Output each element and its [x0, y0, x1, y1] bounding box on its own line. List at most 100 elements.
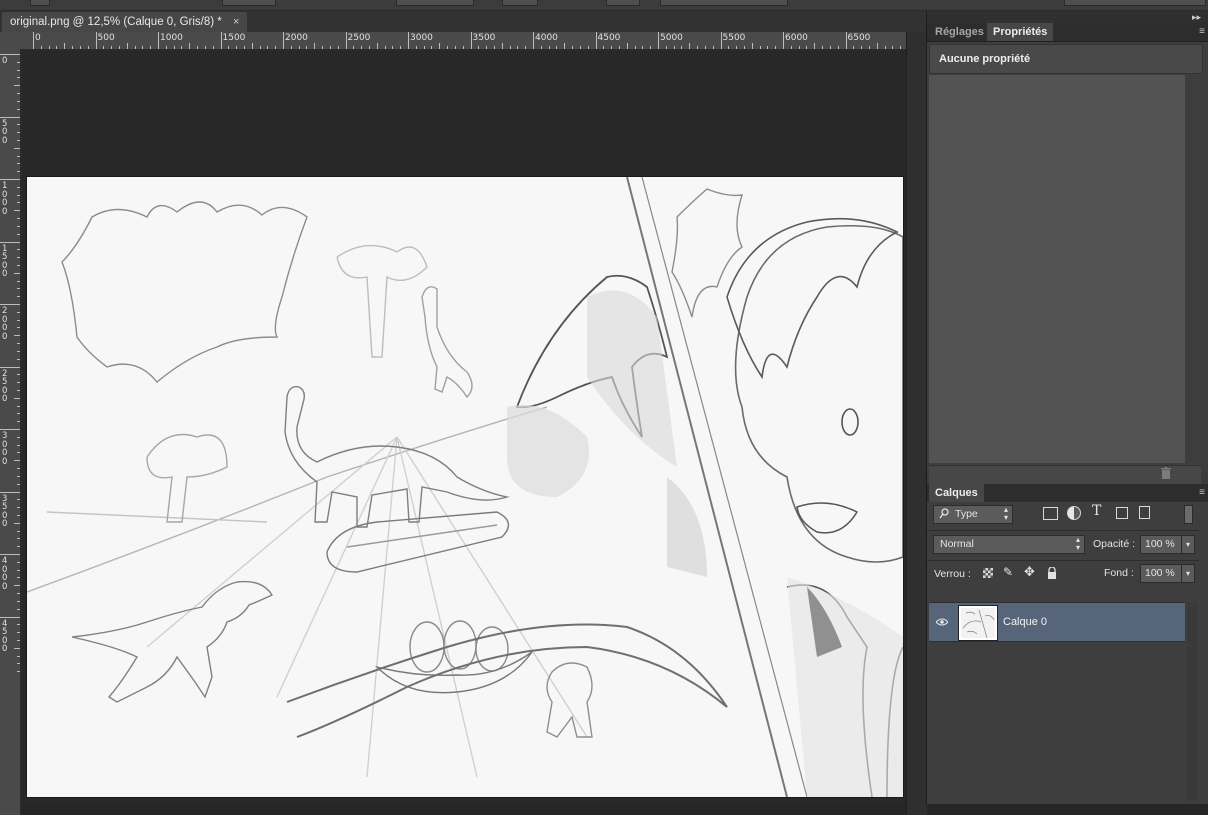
close-icon[interactable]: ×	[233, 16, 239, 28]
character-eye	[841, 408, 859, 436]
ruler-minor-tick	[478, 46, 480, 49]
ruler-minor-tick	[14, 272, 20, 274]
ruler-minor-tick	[493, 46, 495, 49]
ruler-origin[interactable]	[0, 32, 20, 50]
ruler-minor-tick	[17, 257, 20, 259]
collapse-panels-button[interactable]: ▸▸	[927, 11, 1208, 23]
tab-calques[interactable]: Calques	[929, 484, 984, 502]
ruler-major-tick	[0, 241, 20, 243]
nest	[374, 651, 533, 694]
document-tab[interactable]: original.png @ 12,5% (Calque 0, Gris/8) …	[2, 12, 248, 32]
ruler-minor-tick	[251, 43, 253, 49]
options-bar	[0, 0, 1208, 11]
ruler-major-tick	[0, 304, 20, 305]
dinosaur-trex	[71, 580, 274, 703]
document-tab-bar: original.png @ 12,5% (Calque 0, Gris/8) …	[0, 11, 926, 32]
ruler-major-tick	[0, 179, 20, 180]
blend-mode-select[interactable]: Normal ▴ ▾	[933, 535, 1085, 554]
tool-preset-button[interactable]	[30, 0, 50, 6]
ruler-label: 3500	[2, 493, 8, 530]
ruler-label: 5000	[660, 33, 683, 43]
lock-pixels-icon[interactable]: ✎	[1003, 565, 1013, 579]
vertical-ruler[interactable]: 1000500050010001500200025003000350040004…	[0, 49, 21, 815]
properties-scrollbar[interactable]	[1187, 75, 1197, 463]
ruler-major-tick	[220, 32, 222, 49]
ruler-minor-tick	[376, 43, 378, 49]
artwork-canvas[interactable]	[27, 177, 903, 797]
ruler-major-tick	[0, 366, 20, 368]
layer-filter-select[interactable]: Type ▴ ▾	[933, 505, 1013, 524]
eye-icon[interactable]	[935, 615, 949, 629]
ruler-minor-tick	[17, 632, 20, 634]
ruler-label: 1500	[2, 243, 8, 280]
ruler-major-tick	[658, 32, 659, 49]
ruler-minor-tick	[17, 108, 20, 110]
tab-proprietes[interactable]: Propriétés	[987, 23, 1054, 41]
ruler-minor-tick	[87, 46, 89, 49]
ruler-minor-tick	[17, 655, 20, 657]
options-field[interactable]	[396, 0, 474, 6]
ruler-minor-tick	[17, 639, 20, 641]
ruler-major-tick	[345, 32, 347, 49]
options-field[interactable]	[222, 0, 276, 6]
horizontal-ruler[interactable]: 0 500 1000 1500 2000 2500 3000 3500 4000 4500 5000…	[20, 32, 906, 50]
ruler-minor-tick	[134, 46, 136, 49]
ruler-minor-tick	[517, 46, 519, 49]
ruler-minor-tick	[556, 46, 558, 49]
ruler-label: 2000	[2, 306, 8, 342]
ruler-minor-tick	[353, 46, 355, 49]
ruler-label: 0	[2, 56, 8, 66]
ruler-label: 3000	[2, 431, 8, 467]
ruler-minor-tick	[17, 163, 20, 165]
tab-reglages[interactable]: Réglages	[929, 23, 990, 41]
ruler-minor-tick	[415, 46, 417, 49]
ruler-minor-tick	[798, 46, 800, 49]
double-chevron-icon[interactable]: ▸▸	[1192, 12, 1208, 22]
filter-toggle[interactable]	[1184, 505, 1193, 524]
options-field[interactable]	[502, 0, 538, 6]
lock-transparency-icon[interactable]	[983, 568, 993, 578]
ruler-minor-tick	[17, 139, 20, 141]
trash-icon[interactable]	[1161, 467, 1171, 482]
layer-row[interactable]: Calque 0	[929, 602, 1185, 642]
bullet-train	[326, 511, 510, 573]
ruler-minor-tick	[501, 43, 503, 49]
ruler-minor-tick	[767, 46, 769, 49]
ruler-minor-tick	[759, 46, 761, 49]
ruler-minor-tick	[736, 46, 738, 49]
pixel-filter-icon[interactable]	[1043, 507, 1058, 520]
canvas-scrollbar[interactable]	[906, 32, 927, 815]
shape-filter-icon[interactable]	[1116, 507, 1128, 519]
ruler-minor-tick	[673, 46, 675, 49]
ruler-minor-tick	[423, 46, 425, 49]
type-filter-icon[interactable]: T	[1092, 503, 1101, 519]
ruler-label: 1000	[2, 181, 8, 217]
layers-scrollbar[interactable]	[1187, 602, 1197, 802]
opacity-field[interactable]: 100 %	[1140, 535, 1182, 554]
smart-object-filter-icon[interactable]	[1139, 506, 1150, 519]
ruler-minor-tick	[17, 218, 20, 220]
ruler-minor-tick	[267, 46, 269, 49]
ruler-minor-tick	[509, 46, 511, 49]
ruler-label: 1000	[160, 33, 183, 43]
adjustment-filter-icon[interactable]	[1067, 506, 1081, 520]
workspace-field[interactable]	[1064, 0, 1206, 6]
opacity-dropdown[interactable]: ▾	[1181, 535, 1195, 554]
fill-field[interactable]: 100 %	[1140, 564, 1182, 583]
ruler-minor-tick	[40, 46, 42, 49]
fill-dropdown[interactable]: ▾	[1181, 564, 1195, 583]
panel-menu-icon[interactable]: ≡	[1199, 484, 1205, 502]
ruler-minor-tick	[17, 264, 20, 266]
lock-position-icon[interactable]: ✥	[1024, 564, 1035, 580]
panel-menu-icon[interactable]: ≡	[1199, 23, 1205, 41]
options-field[interactable]	[660, 0, 788, 6]
ruler-minor-tick	[642, 46, 644, 49]
lock-all-icon[interactable]	[1047, 566, 1057, 584]
ruler-minor-tick	[17, 77, 20, 79]
options-field[interactable]	[606, 0, 640, 6]
ruler-minor-tick	[743, 46, 745, 49]
ruler-minor-tick	[775, 46, 777, 49]
divider	[927, 560, 1199, 561]
ruler-label: 500	[2, 118, 8, 146]
ruler-minor-tick	[64, 43, 66, 49]
